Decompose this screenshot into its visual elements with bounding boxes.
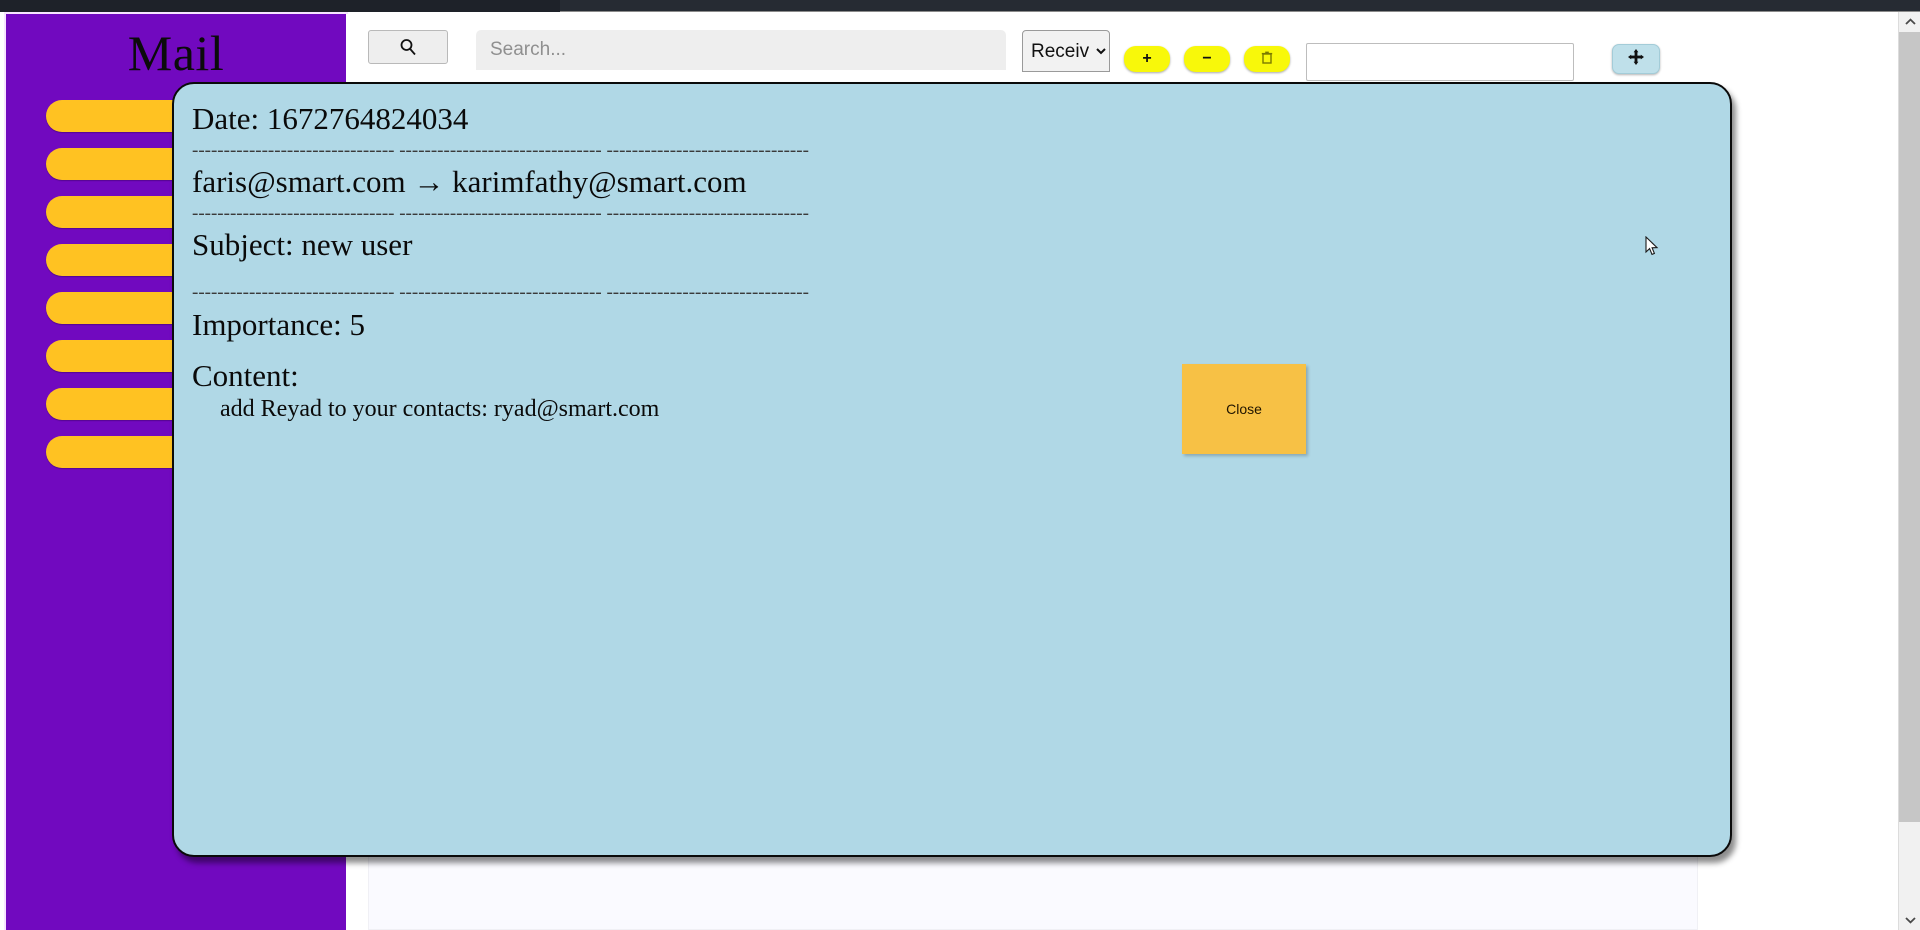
mail-participants-line: faris@smart.com → karimfathy@smart.com bbox=[192, 164, 747, 200]
mail-detail-body: Date: 1672764824034 --------------------… bbox=[192, 101, 1710, 425]
remove-button[interactable]: − bbox=[1184, 46, 1230, 72]
mail-detail-modal: Date: 1672764824034 --------------------… bbox=[172, 82, 1732, 857]
mail-importance-line: Importance: 5 bbox=[192, 306, 366, 342]
mail-subject-line: Subject: new user bbox=[192, 227, 413, 263]
application-window: Mail Com Con All Inb Tra Dr Se Addt bbox=[0, 0, 1920, 930]
scroll-up-arrow[interactable] bbox=[1899, 12, 1920, 32]
search-input[interactable] bbox=[476, 30, 1006, 70]
search-button[interactable] bbox=[368, 30, 448, 64]
close-button[interactable]: Close bbox=[1182, 364, 1306, 454]
trash-icon bbox=[1261, 51, 1273, 67]
mail-filter-select[interactable]: Receiv bbox=[1022, 30, 1110, 72]
mail-date-line: Date: 1672764824034 bbox=[192, 101, 469, 136]
scroll-down-arrow[interactable] bbox=[1899, 910, 1920, 930]
browser-tab[interactable] bbox=[0, 0, 560, 12]
search-icon bbox=[399, 38, 417, 56]
app-brand-title: Mail bbox=[127, 25, 225, 81]
scrollbar-thumb[interactable] bbox=[1899, 32, 1920, 822]
add-button[interactable]: + bbox=[1124, 46, 1170, 72]
browser-chrome-bar bbox=[0, 0, 1920, 12]
separator-2: -------------------------------- -------… bbox=[192, 202, 809, 224]
toolbar: Receiv + − bbox=[346, 14, 1906, 82]
mail-content-label: Content: bbox=[192, 358, 299, 394]
separator-1: -------------------------------- -------… bbox=[192, 139, 809, 161]
move-window-button[interactable] bbox=[1612, 44, 1660, 74]
separator-3: -------------------------------- -------… bbox=[192, 282, 809, 304]
delete-button[interactable] bbox=[1244, 46, 1290, 72]
vertical-scrollbar[interactable] bbox=[1898, 12, 1920, 930]
toolbar-text-field[interactable] bbox=[1306, 43, 1574, 81]
mail-content-text: add Reyad to your contacts: ryad@smart.c… bbox=[220, 396, 660, 423]
move-arrows-icon bbox=[1627, 48, 1645, 71]
